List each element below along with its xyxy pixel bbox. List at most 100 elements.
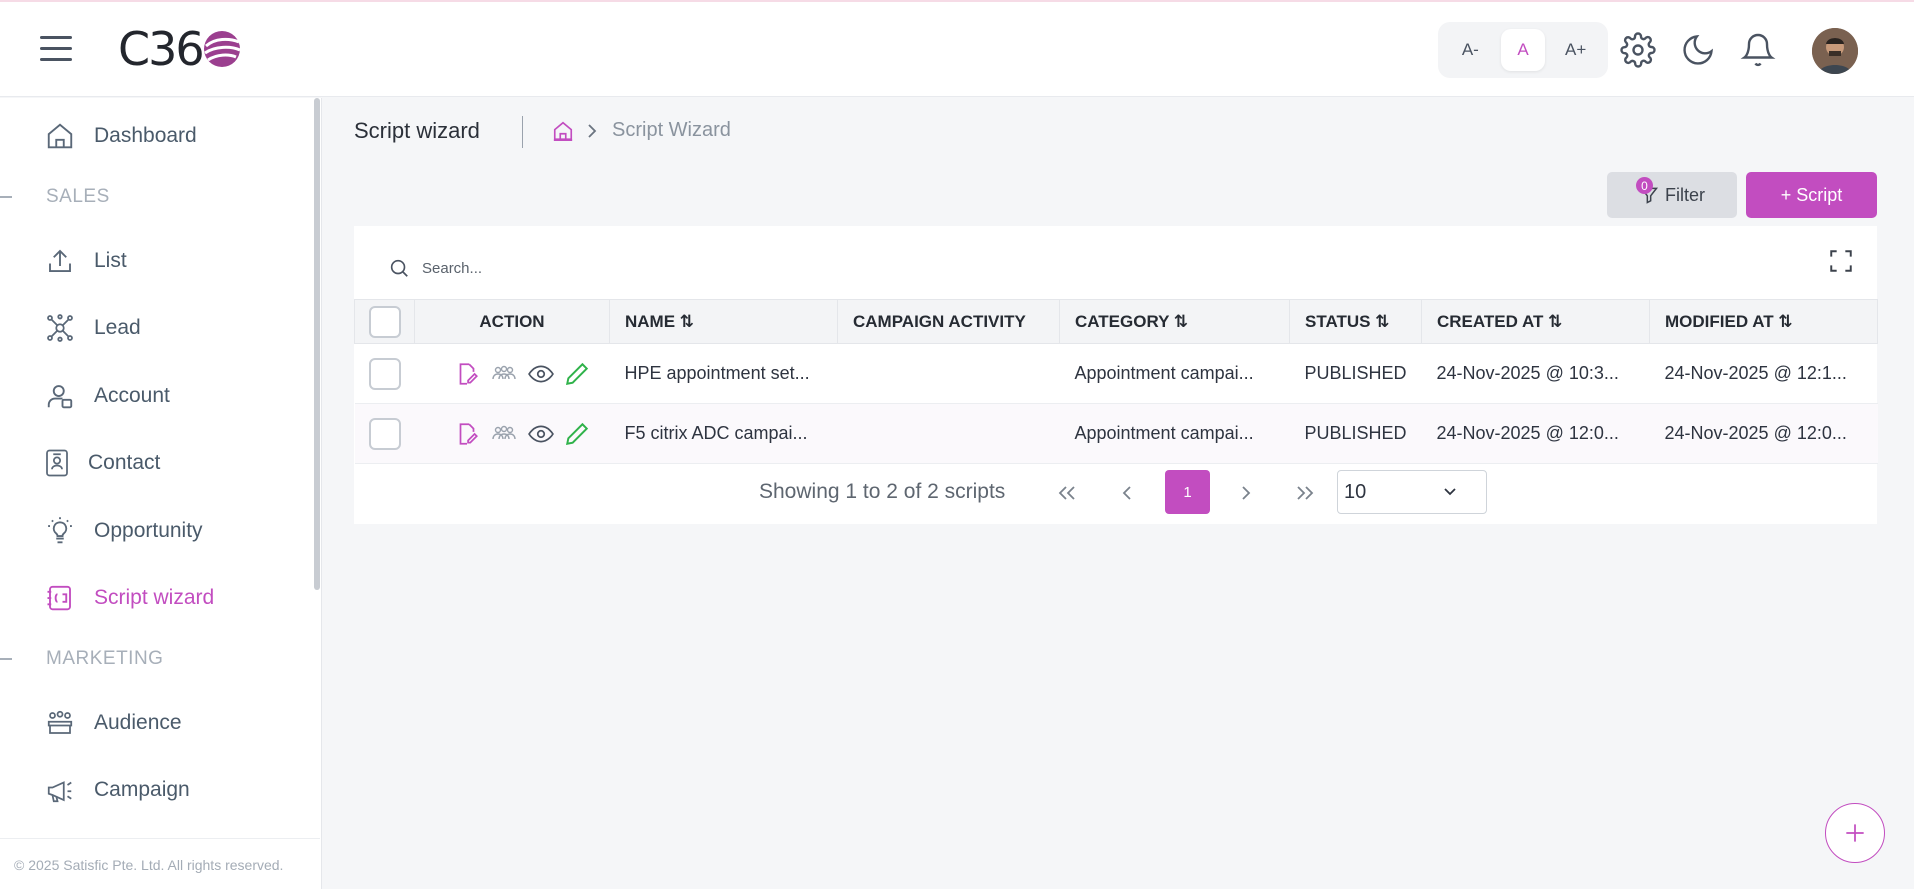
first-page-icon[interactable] [1052, 479, 1082, 507]
select-all-cell [354, 299, 415, 344]
sidebar-footer: © 2025 Satisfic Pte. Ltd. All rights res… [0, 838, 320, 889]
cell-campaign-activity [837, 403, 1060, 464]
top-header: C36 A- A A+ [0, 2, 1914, 97]
sidebar-item-lead[interactable]: Lead [44, 308, 141, 348]
eye-icon[interactable] [527, 361, 554, 387]
script-edit-icon[interactable] [454, 361, 480, 387]
sidebar-item-contact[interactable]: Contact [44, 443, 160, 483]
pencil-icon[interactable] [564, 361, 590, 387]
sidebar-item-dashboard[interactable]: Dashboard [44, 116, 197, 156]
cell-name[interactable]: HPE appointment set... [609, 343, 838, 404]
sidebar-item-label: Dashboard [94, 124, 197, 147]
column-header-campaign-activity: CAMPAIGN ACTIVITY [837, 299, 1060, 344]
prev-page-icon[interactable] [1112, 479, 1142, 507]
column-header-modified-at[interactable]: MODIFIED AT ⇅ [1649, 299, 1878, 344]
section-marketing: MARKETING [46, 648, 164, 669]
font-decrease-button[interactable]: A- [1448, 29, 1492, 71]
fullscreen-icon[interactable] [1828, 248, 1854, 274]
cell-campaign-activity [837, 343, 1060, 404]
bell-icon[interactable] [1740, 32, 1776, 68]
filter-count-badge: 0 [1636, 177, 1653, 194]
column-header-category[interactable]: CATEGORY ⇅ [1059, 299, 1290, 344]
audience-icon[interactable] [490, 421, 518, 447]
section-dash [0, 658, 12, 660]
breadcrumb-home-icon[interactable] [552, 120, 574, 142]
next-page-icon[interactable] [1231, 479, 1261, 507]
chevron-down-icon [1444, 488, 1456, 496]
font-increase-button[interactable]: A+ [1554, 29, 1598, 71]
pagination-info: Showing 1 to 2 of 2 scripts [759, 480, 1006, 503]
cell-name[interactable]: F5 citrix ADC campai... [609, 403, 838, 464]
search-icon [390, 259, 408, 277]
cell-created-at: 24-Nov-2025 @ 10:3... [1421, 343, 1650, 404]
row-checkbox[interactable] [368, 357, 401, 390]
last-page-icon[interactable] [1290, 479, 1320, 507]
row-checkbox[interactable] [368, 417, 401, 450]
sidebar-item-campaign[interactable]: Campaign [44, 770, 190, 810]
script-edit-icon[interactable] [454, 421, 480, 447]
sidebar-item-label: Account [94, 384, 170, 407]
row-actions [414, 343, 610, 404]
eye-icon[interactable] [527, 421, 554, 447]
search-bar [388, 248, 888, 288]
sidebar-item-label: Audience [94, 711, 182, 734]
copyright-text: © 2025 Satisfic Pte. Ltd. All rights res… [14, 857, 284, 873]
sidebar-item-label: Lead [94, 316, 141, 339]
table-row: F5 citrix ADC campai... Appointment camp… [354, 403, 1878, 464]
scripts-card: ACTION NAME ⇅ CAMPAIGN ACTIVITY CATEGORY… [354, 226, 1878, 524]
add-script-button[interactable]: + Script [1746, 172, 1877, 218]
sidebar-scrollbar[interactable] [314, 98, 320, 590]
cell-status: PUBLISHED [1289, 403, 1422, 464]
sidebar-item-audience[interactable]: Audience [44, 703, 182, 743]
column-header-name[interactable]: NAME ⇅ [609, 299, 838, 344]
table-row: HPE appointment set... Appointment campa… [354, 343, 1878, 404]
row-select-cell [354, 403, 415, 464]
font-normal-button[interactable]: A [1500, 29, 1545, 71]
pagination: Showing 1 to 2 of 2 scripts 1 10 [354, 470, 1877, 514]
column-header-status[interactable]: STATUS ⇅ [1289, 299, 1422, 344]
sidebar-item-account[interactable]: Account [44, 376, 170, 416]
cell-status: PUBLISHED [1289, 343, 1422, 404]
select-all-checkbox[interactable] [369, 305, 401, 338]
row-select-cell [354, 343, 415, 404]
home-icon [44, 120, 76, 152]
sidebar-item-label: Contact [88, 451, 161, 474]
page-number-button[interactable]: 1 [1165, 470, 1210, 514]
sidebar-item-label: Campaign [94, 778, 190, 801]
font-size-switcher: A- A A+ [1438, 22, 1608, 78]
page-title: Script wizard [354, 118, 480, 143]
logo-text: C36 [118, 22, 205, 76]
cell-modified-at: 24-Nov-2025 @ 12:1... [1649, 343, 1878, 404]
page-size-select[interactable]: 10 [1337, 470, 1487, 514]
user-icon [44, 380, 76, 412]
scripts-table: ACTION NAME ⇅ CAMPAIGN ACTIVITY CATEGORY… [354, 299, 1878, 464]
breadcrumb-divider [522, 116, 523, 148]
script-icon [44, 582, 76, 614]
cell-category: Appointment campai... [1059, 403, 1290, 464]
sidebar-item-label: Script wizard [94, 586, 215, 609]
audience-icon [44, 707, 76, 739]
sidebar-item-label: Opportunity [94, 519, 203, 542]
filter-button[interactable]: 0 Filter [1607, 172, 1737, 218]
app-logo[interactable]: C36 [118, 20, 243, 78]
audience-icon[interactable] [490, 361, 518, 387]
section-dash [0, 196, 12, 198]
cell-modified-at: 24-Nov-2025 @ 12:0... [1649, 403, 1878, 464]
moon-icon[interactable] [1680, 32, 1716, 68]
contact-card-icon [44, 447, 70, 479]
cell-created-at: 24-Nov-2025 @ 12:0... [1421, 403, 1650, 464]
cell-category: Appointment campai... [1059, 343, 1290, 404]
user-avatar[interactable] [1812, 28, 1858, 74]
sidebar-item-script-wizard[interactable]: Script wizard [44, 578, 214, 618]
column-header-created-at[interactable]: CREATED AT ⇅ [1421, 299, 1650, 344]
search-input[interactable] [422, 259, 822, 277]
table-header-row: ACTION NAME ⇅ CAMPAIGN ACTIVITY CATEGORY… [354, 299, 1878, 344]
settings-icon[interactable] [1620, 32, 1656, 68]
sidebar-item-opportunity[interactable]: Opportunity [44, 511, 203, 551]
floating-add-button[interactable] [1825, 803, 1885, 863]
page-size-value: 10 [1344, 480, 1367, 503]
pencil-icon[interactable] [564, 421, 590, 447]
menu-toggle-icon[interactable] [40, 36, 76, 64]
sidebar-item-list[interactable]: List [44, 241, 127, 281]
breadcrumb-current: Script Wizard [612, 119, 731, 141]
